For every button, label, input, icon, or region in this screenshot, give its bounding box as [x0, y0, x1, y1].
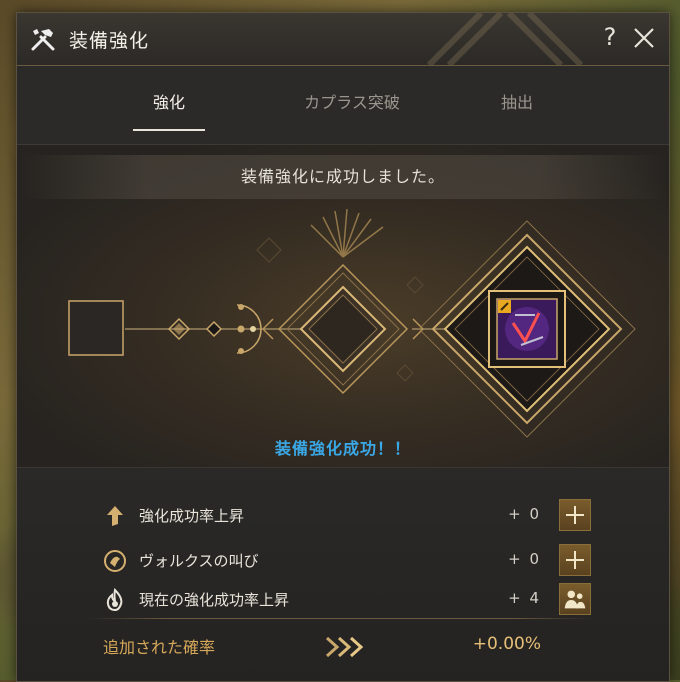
valks-cry-icon — [104, 550, 126, 572]
tab-label: 強化 — [152, 93, 185, 112]
added-probability-value: +0.00% — [472, 634, 541, 654]
bonus-row-current-rate: 現在の強化成功率上昇 + 4 — [103, 582, 591, 618]
bonus-value: + 0 — [508, 550, 541, 568]
divider — [89, 618, 591, 619]
hammer-tools-icon — [31, 29, 55, 51]
arrow-up-icon — [107, 506, 123, 526]
bonus-label: ヴォルクスの叫び — [139, 552, 259, 570]
title-bar[interactable]: 装備強化 ? — [17, 13, 669, 66]
tab-bar: 強化 カプラス突破 抽出 — [17, 66, 669, 145]
flame-icon — [106, 588, 123, 612]
bonus-row-valks-cry: ヴォルクスの叫び + 0 — [103, 543, 591, 579]
triple-chevron-icon — [325, 636, 364, 658]
family-stack-icon — [564, 590, 586, 609]
active-tab-underline — [133, 129, 205, 131]
bonus-label: 強化成功率上昇 — [139, 507, 245, 525]
material-slot — [68, 300, 124, 356]
title-decoration — [426, 13, 584, 65]
enhancement-window: 装備強化 ? 強化 カプラス突破 抽出 装備強化に成功しました。 装備強化成功！… — [16, 12, 670, 682]
tab-enhance[interactable]: 強化 — [125, 66, 213, 144]
add-success-rate-button[interactable] — [559, 499, 591, 531]
tab-caphras-breakthrough[interactable]: カプラス突破 — [267, 66, 437, 144]
close-icon[interactable] — [631, 25, 657, 51]
bonus-value: + 0 — [508, 505, 541, 523]
line-diamond — [205, 320, 223, 338]
bonus-row-success-rate: 強化成功率上昇 + 0 — [103, 498, 591, 534]
status-message: 装備強化に成功しました。 — [17, 155, 669, 199]
tab-label: 抽出 — [500, 93, 533, 112]
help-button[interactable]: ? — [597, 23, 623, 51]
add-valks-cry-button[interactable] — [559, 544, 591, 576]
tab-label: カプラス突破 — [304, 93, 400, 112]
enhancement-stage: 装備強化に成功しました。 装備強化成功！！ — [17, 145, 669, 467]
family-stack-button[interactable] — [559, 583, 591, 615]
window-title: 装備強化 — [69, 30, 150, 52]
tab-extract[interactable]: 抽出 — [487, 66, 547, 144]
bonus-label: 現在の強化成功率上昇 — [139, 591, 290, 609]
bonus-value: + 4 — [508, 589, 541, 607]
enhanced-item-slot[interactable] — [488, 290, 566, 368]
center-diamond — [262, 263, 424, 395]
result-text: 装備強化成功！！ — [274, 439, 411, 458]
added-probability-label: 追加された確率 — [103, 638, 216, 657]
bonus-panel: 強化成功率上昇 + 0 ヴォルクスの叫び + 0 現在の強化成功率上昇 + 4 — [17, 467, 669, 681]
